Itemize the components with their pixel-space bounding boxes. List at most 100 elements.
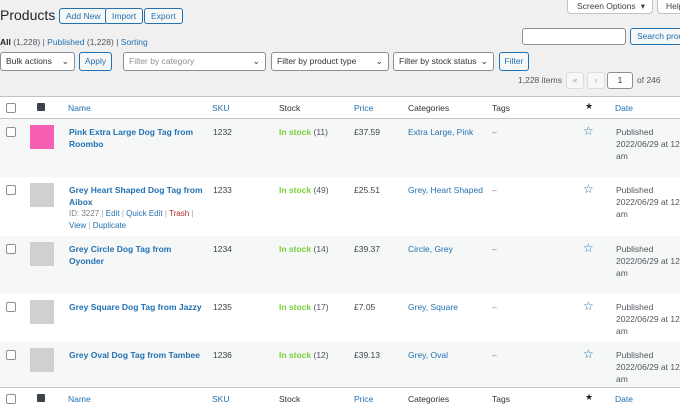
- stock-status: In stock (11): [279, 127, 328, 137]
- column-date[interactable]: Date: [615, 394, 633, 404]
- product-thumbnail[interactable]: [30, 300, 54, 324]
- export-button[interactable]: Export: [144, 8, 183, 24]
- import-button[interactable]: Import: [105, 8, 144, 24]
- row-checkbox[interactable]: [6, 244, 16, 254]
- product-name-link[interactable]: Grey Circle Dog Tag from Oyonder: [69, 243, 204, 267]
- apply-button[interactable]: Apply: [79, 52, 112, 71]
- stock-status: In stock (14): [279, 244, 329, 254]
- view-all[interactable]: All (1,228): [0, 37, 40, 47]
- product-tags: –: [492, 350, 497, 360]
- product-thumbnail[interactable]: [30, 125, 54, 149]
- row-checkbox[interactable]: [6, 302, 16, 312]
- star-filled-icon[interactable]: ★: [585, 392, 593, 403]
- stock-status: In stock (49): [279, 185, 329, 195]
- table-row: Grey Circle Dog Tag from Oyonder 1234 In s…: [0, 236, 680, 294]
- add-new-button[interactable]: Add New: [59, 8, 108, 24]
- product-categories[interactable]: Extra Large, Pink: [408, 126, 473, 138]
- row-checkbox[interactable]: [6, 350, 16, 360]
- table-row: Grey Oval Dog Tag from Tambee 1236 In stoc…: [0, 342, 680, 387]
- trash-link[interactable]: Trash: [169, 209, 189, 218]
- product-price: £37.59: [354, 127, 380, 137]
- product-tags: –: [492, 185, 497, 195]
- product-categories[interactable]: Grey, Square: [408, 301, 458, 313]
- star-filled-icon[interactable]: ★: [585, 101, 593, 112]
- product-categories[interactable]: Grey, Oval: [408, 349, 448, 361]
- duplicate-link[interactable]: Duplicate: [93, 221, 126, 230]
- products-table: Name SKU Stock Price Categories Tags ★ D…: [0, 96, 680, 409]
- chevron-down-icon: ⌄: [375, 56, 383, 66]
- edit-link[interactable]: Edit: [106, 209, 120, 218]
- filter-product-type-select[interactable]: Filter by product type ⌄: [271, 52, 389, 71]
- star-outline-icon[interactable]: ☆: [583, 125, 594, 137]
- current-page-input[interactable]: 1: [607, 72, 633, 89]
- column-tags: Tags: [492, 394, 510, 404]
- star-outline-icon[interactable]: ☆: [583, 300, 594, 312]
- product-name-link[interactable]: Grey Heart Shaped Dog Tag from Aibox: [69, 184, 204, 208]
- column-stock: Stock: [279, 103, 301, 113]
- product-thumbnail[interactable]: [30, 183, 54, 207]
- column-price[interactable]: Price: [354, 394, 373, 404]
- product-date: Published 2022/06/29 at 12: am: [616, 302, 680, 336]
- screen-options-toggle[interactable]: Screen Options ▾: [567, 0, 653, 14]
- product-date: Published 2022/06/29 at 12: am: [616, 244, 680, 278]
- table-header: Name SKU Stock Price Categories Tags ★ D…: [0, 97, 680, 119]
- column-sku[interactable]: SKU: [212, 394, 229, 404]
- star-outline-icon[interactable]: ☆: [583, 242, 594, 254]
- column-date[interactable]: Date: [615, 103, 633, 113]
- product-sku: 1232: [213, 127, 232, 137]
- first-page-button[interactable]: «: [566, 72, 584, 89]
- table-row: Grey Square Dog Tag from Jazzy 1235 In sto…: [0, 294, 680, 342]
- select-all-checkbox[interactable]: [6, 103, 16, 113]
- product-tags: –: [492, 244, 497, 254]
- filter-stock-status-select[interactable]: Filter by stock status ⌄: [393, 52, 494, 71]
- product-date: Published 2022/06/29 at 12: am: [616, 127, 680, 161]
- product-date: Published 2022/06/29 at 12: am: [616, 350, 680, 384]
- prev-page-button[interactable]: ‹: [587, 72, 605, 89]
- image-icon: [37, 394, 45, 402]
- view-published[interactable]: Published (1,228): [47, 37, 114, 47]
- column-name[interactable]: Name: [68, 103, 91, 113]
- product-name-link[interactable]: Grey Square Dog Tag from Jazzy: [69, 301, 204, 313]
- chevron-down-icon: ⌄: [61, 56, 69, 66]
- table-row: Pink Extra Large Dog Tag from Roombo 1232…: [0, 119, 680, 177]
- row-checkbox[interactable]: [6, 127, 16, 137]
- table-footer: Name SKU Stock Price Categories Tags ★ D…: [0, 387, 680, 409]
- product-thumbnail[interactable]: [30, 348, 54, 372]
- product-name-link[interactable]: Pink Extra Large Dog Tag from Roombo: [69, 126, 204, 150]
- filter-button[interactable]: Filter: [499, 52, 529, 71]
- image-icon: [37, 103, 45, 111]
- status-views: All (1,228) | Published (1,228) | Sortin…: [0, 37, 148, 47]
- product-price: £39.13: [354, 350, 380, 360]
- row-checkbox[interactable]: [6, 185, 16, 195]
- star-outline-icon[interactable]: ☆: [583, 183, 594, 195]
- filter-category-select[interactable]: Filter by category ⌄: [123, 52, 266, 71]
- product-categories[interactable]: Grey, Heart Shaped: [408, 184, 483, 196]
- help-toggle[interactable]: Help: [657, 0, 680, 14]
- view-sorting[interactable]: Sorting: [121, 37, 148, 47]
- product-categories[interactable]: Circle, Grey: [408, 243, 453, 255]
- product-price: £39.37: [354, 244, 380, 254]
- search-products-button[interactable]: Search products: [630, 28, 680, 45]
- column-stock: Stock: [279, 394, 301, 404]
- star-outline-icon[interactable]: ☆: [583, 348, 594, 360]
- select-all-checkbox[interactable]: [6, 394, 16, 404]
- column-sku[interactable]: SKU: [212, 103, 229, 113]
- items-count: 1,228 items: [518, 75, 562, 85]
- bulk-actions-select[interactable]: Bulk actions ⌄: [0, 52, 75, 71]
- chevron-down-icon: ⌄: [480, 56, 488, 66]
- column-name[interactable]: Name: [68, 394, 91, 404]
- product-name-link[interactable]: Grey Oval Dog Tag from Tambee: [69, 349, 204, 361]
- product-sku: 1233: [213, 185, 232, 195]
- chevron-down-icon: ⌄: [252, 56, 260, 66]
- chevron-down-icon: ▾: [640, 1, 645, 11]
- total-pages: of 246: [637, 75, 661, 85]
- stock-status: In stock (12): [279, 350, 329, 360]
- column-categories: Categories: [408, 394, 450, 404]
- product-thumbnail[interactable]: [30, 242, 54, 266]
- view-link[interactable]: View: [69, 221, 86, 230]
- column-price[interactable]: Price: [354, 103, 373, 113]
- search-input[interactable]: [522, 28, 626, 45]
- quick-edit-link[interactable]: Quick Edit: [126, 209, 162, 218]
- product-id: ID: 3227: [69, 209, 100, 218]
- help-label: Help: [666, 1, 680, 11]
